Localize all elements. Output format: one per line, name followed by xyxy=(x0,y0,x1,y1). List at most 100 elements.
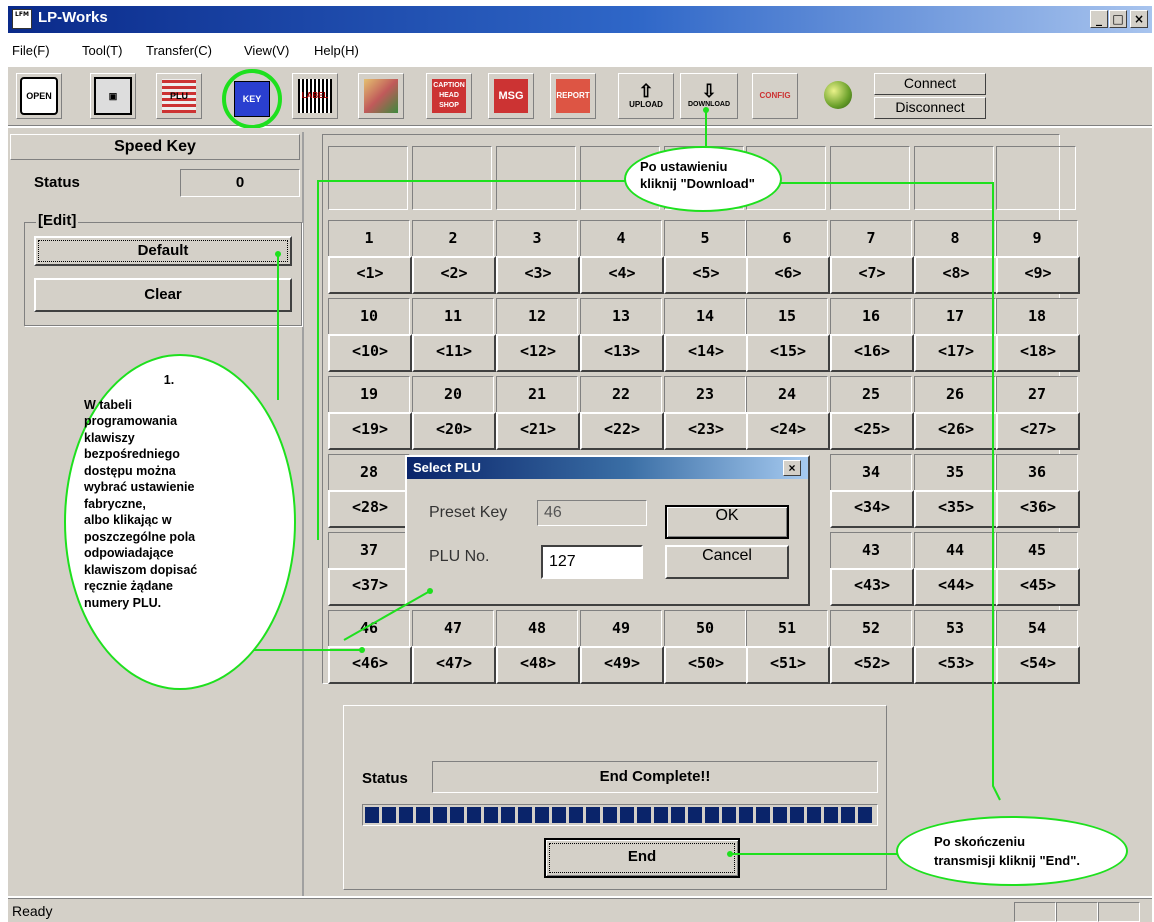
key-plu-button[interactable]: <14> xyxy=(664,334,748,372)
key-plu-button[interactable]: <5> xyxy=(664,256,748,294)
status-bar-cell xyxy=(1056,902,1098,922)
label-button[interactable]: LABEL xyxy=(292,73,338,119)
msg-icon: MSG xyxy=(494,79,528,113)
key-plu-button[interactable]: <19> xyxy=(328,412,412,450)
key-plu-button[interactable]: <6> xyxy=(746,256,830,294)
image-button[interactable] xyxy=(358,73,404,119)
key-plu-button[interactable]: <9> xyxy=(996,256,1080,294)
key-number: 5 xyxy=(664,220,746,257)
ok-button[interactable]: OK xyxy=(665,505,789,539)
cancel-button[interactable]: Cancel xyxy=(665,545,789,579)
key-number: 53 xyxy=(914,610,996,647)
minimize-button[interactable]: _ xyxy=(1090,10,1108,28)
empty-key-cell[interactable] xyxy=(328,146,408,210)
empty-key-cell[interactable] xyxy=(412,146,492,210)
menu-transfer[interactable]: Transfer(C) xyxy=(146,43,212,58)
menu-tool[interactable]: Tool(T) xyxy=(82,43,122,58)
key-plu-button[interactable]: <53> xyxy=(914,646,998,684)
key-plu-button[interactable]: <35> xyxy=(914,490,998,528)
callout-edit-line: programowania xyxy=(84,414,178,428)
key-plu-button[interactable]: <1> xyxy=(328,256,412,294)
key-number: 12 xyxy=(496,298,578,335)
callout-download-line1: Po ustawieniu xyxy=(640,159,728,174)
key-plu-button[interactable]: <23> xyxy=(664,412,748,450)
key-number: 24 xyxy=(746,376,828,413)
key-plu-button[interactable]: <49> xyxy=(580,646,664,684)
key-plu-button[interactable]: <7> xyxy=(830,256,914,294)
key-plu-button[interactable]: <4> xyxy=(580,256,664,294)
key-plu-button[interactable]: <12> xyxy=(496,334,580,372)
default-button[interactable]: Default xyxy=(34,236,292,266)
key-number: 52 xyxy=(830,610,912,647)
download-button[interactable]: ⇩ DOWNLOAD xyxy=(680,73,738,119)
key-plu-button[interactable]: <28> xyxy=(328,490,412,528)
dialog-close-button[interactable]: × xyxy=(783,460,801,476)
maximize-button[interactable]: □ xyxy=(1109,10,1127,28)
open-button[interactable]: OPEN xyxy=(16,73,62,119)
app-icon: LFM xyxy=(12,9,32,29)
config-button[interactable]: CONFIG xyxy=(752,73,798,119)
key-plu-button[interactable]: <36> xyxy=(996,490,1080,528)
key-plu-button[interactable]: <18> xyxy=(996,334,1080,372)
callout-download: Po ustawieniu kliknij "Download" xyxy=(624,146,782,212)
key-plu-button[interactable]: <24> xyxy=(746,412,830,450)
key-plu-button[interactable]: <45> xyxy=(996,568,1080,606)
connection-status xyxy=(816,73,860,117)
save-button[interactable]: ▣ xyxy=(90,73,136,119)
key-plu-button[interactable]: <13> xyxy=(580,334,664,372)
key-plu-button[interactable]: <2> xyxy=(412,256,496,294)
key-plu-button[interactable]: <11> xyxy=(412,334,496,372)
key-plu-button[interactable]: <47> xyxy=(412,646,496,684)
key-plu-button[interactable]: <37> xyxy=(328,568,412,606)
empty-key-cell[interactable] xyxy=(496,146,576,210)
speed-key-button[interactable]: KEY xyxy=(222,69,282,129)
key-plu-button[interactable]: <48> xyxy=(496,646,580,684)
msg-button[interactable]: MSG xyxy=(488,73,534,119)
key-plu-button[interactable]: <46> xyxy=(328,646,412,684)
key-plu-button[interactable]: <44> xyxy=(914,568,998,606)
key-plu-button[interactable]: <22> xyxy=(580,412,664,450)
caption-icon: CAPTION HEAD SHOP xyxy=(432,79,466,113)
key-plu-button[interactable]: <51> xyxy=(746,646,830,684)
callout-edit-line: poszczególne pola xyxy=(84,529,196,544)
key-plu-button[interactable]: <52> xyxy=(830,646,914,684)
menu-view[interactable]: View(V) xyxy=(244,43,289,58)
upload-button[interactable]: ⇧ UPLOAD xyxy=(618,73,674,119)
key-plu-button[interactable]: <27> xyxy=(996,412,1080,450)
close-button[interactable]: × xyxy=(1130,10,1148,28)
key-plu-button[interactable]: <21> xyxy=(496,412,580,450)
key-plu-button[interactable]: <17> xyxy=(914,334,998,372)
connect-button[interactable]: Connect xyxy=(874,73,986,95)
callout-edit-line: klawiszom dopisać xyxy=(84,562,198,577)
key-plu-button[interactable]: <25> xyxy=(830,412,914,450)
key-plu-button[interactable]: <34> xyxy=(830,490,914,528)
key-plu-button[interactable]: <54> xyxy=(996,646,1080,684)
key-plu-button[interactable]: <26> xyxy=(914,412,998,450)
plu-button[interactable]: PLU xyxy=(156,73,202,119)
callout-download-line2: kliknij "Download" xyxy=(640,176,755,191)
key-plu-button[interactable]: <15> xyxy=(746,334,830,372)
callout-edit-line: W tabeli xyxy=(84,397,132,412)
key-plu-button[interactable]: <50> xyxy=(664,646,748,684)
menu-file[interactable]: File(F) xyxy=(12,43,50,58)
report-button[interactable]: REPORT xyxy=(550,73,596,119)
key-plu-button[interactable]: <3> xyxy=(496,256,580,294)
key-plu-button[interactable]: <20> xyxy=(412,412,496,450)
key-plu-button[interactable]: <43> xyxy=(830,568,914,606)
key-icon: KEY xyxy=(234,81,270,117)
key-plu-button[interactable]: <16> xyxy=(830,334,914,372)
end-button[interactable]: End xyxy=(544,838,740,878)
status-bar-cell xyxy=(1098,902,1140,922)
callout-edit-line: albo klikając w xyxy=(84,513,172,527)
empty-key-cell[interactable] xyxy=(996,146,1076,210)
key-plu-button[interactable]: <10> xyxy=(328,334,412,372)
status-bar: Ready xyxy=(8,898,1152,922)
disconnect-button[interactable]: Disconnect xyxy=(874,97,986,119)
menu-help[interactable]: Help(H) xyxy=(314,43,359,58)
caption-button[interactable]: CAPTION HEAD SHOP xyxy=(426,73,472,119)
empty-key-cell[interactable] xyxy=(830,146,910,210)
empty-key-cell[interactable] xyxy=(914,146,994,210)
plu-no-input[interactable]: 127 xyxy=(541,545,643,579)
key-plu-button[interactable]: <8> xyxy=(914,256,998,294)
clear-button[interactable]: Clear xyxy=(34,278,292,312)
